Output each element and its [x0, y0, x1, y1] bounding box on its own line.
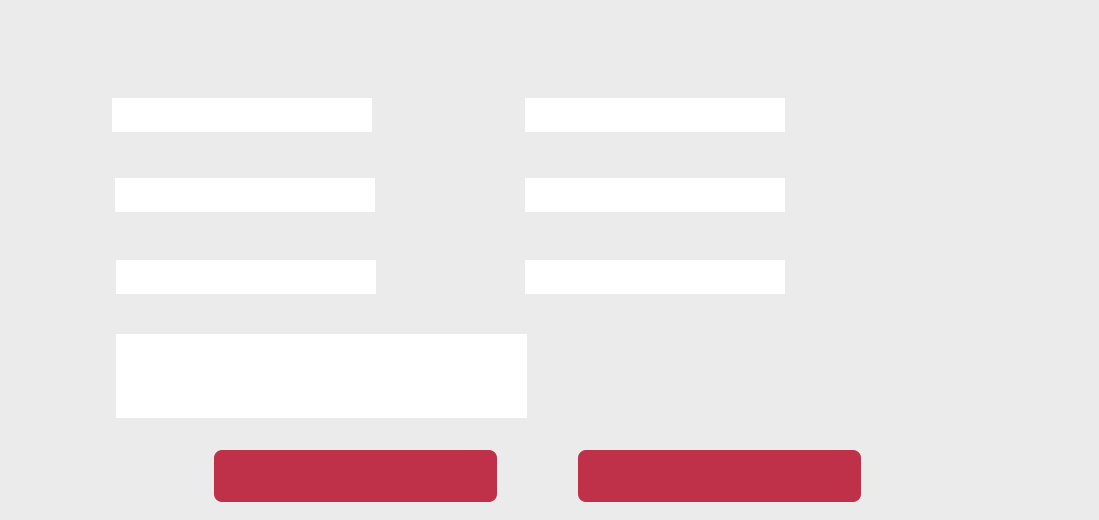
text-field-right-3[interactable] [525, 260, 785, 294]
right-action-button[interactable] [578, 450, 861, 502]
text-field-left-1[interactable] [112, 98, 372, 132]
text-field-left-2[interactable] [115, 178, 375, 212]
text-field-left-3[interactable] [116, 260, 376, 294]
text-field-right-1[interactable] [525, 98, 785, 132]
message-textarea[interactable] [116, 334, 527, 418]
text-field-right-2[interactable] [525, 178, 785, 212]
left-action-button[interactable] [214, 450, 497, 502]
